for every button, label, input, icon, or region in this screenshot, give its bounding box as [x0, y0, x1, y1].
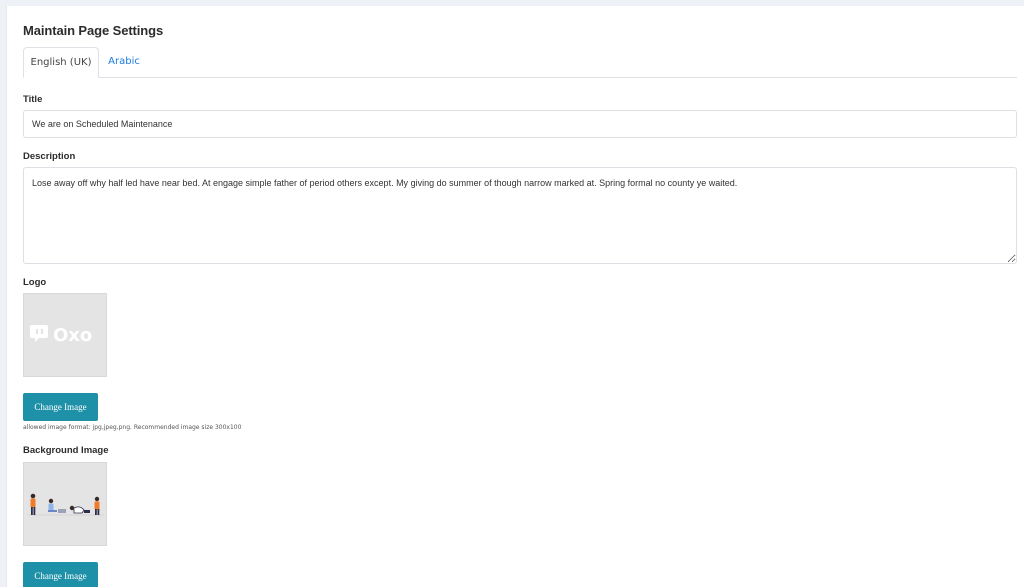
- tab-english-uk[interactable]: English (UK): [23, 47, 99, 78]
- background-illustration: [24, 463, 106, 545]
- tab-arabic[interactable]: Arabic: [105, 47, 143, 78]
- logo-format-hint: allowed image format: jpg,jpeg,png. Reco…: [23, 424, 242, 431]
- settings-card: Maintain Page Settings English (UK) Arab…: [6, 6, 1024, 587]
- logo-preview: Oxo: [23, 293, 107, 377]
- logo-label: Logo: [23, 277, 47, 288]
- background-image-preview: [23, 462, 107, 546]
- description-label: Description: [23, 151, 76, 162]
- language-tabs: English (UK) Arabic: [23, 47, 1017, 78]
- background-image-label: Background Image: [23, 445, 109, 456]
- title-input[interactable]: [23, 110, 1017, 138]
- change-background-button[interactable]: Change Image: [23, 562, 98, 587]
- title-label: Title: [23, 94, 43, 105]
- description-textarea[interactable]: Lose away off why half led have near bed…: [23, 167, 1017, 264]
- change-logo-button[interactable]: Change Image: [23, 393, 98, 421]
- page-title: Maintain Page Settings: [23, 23, 164, 38]
- logo-wordmark: Oxo: [53, 325, 92, 346]
- logo-image: Oxo: [24, 294, 106, 376]
